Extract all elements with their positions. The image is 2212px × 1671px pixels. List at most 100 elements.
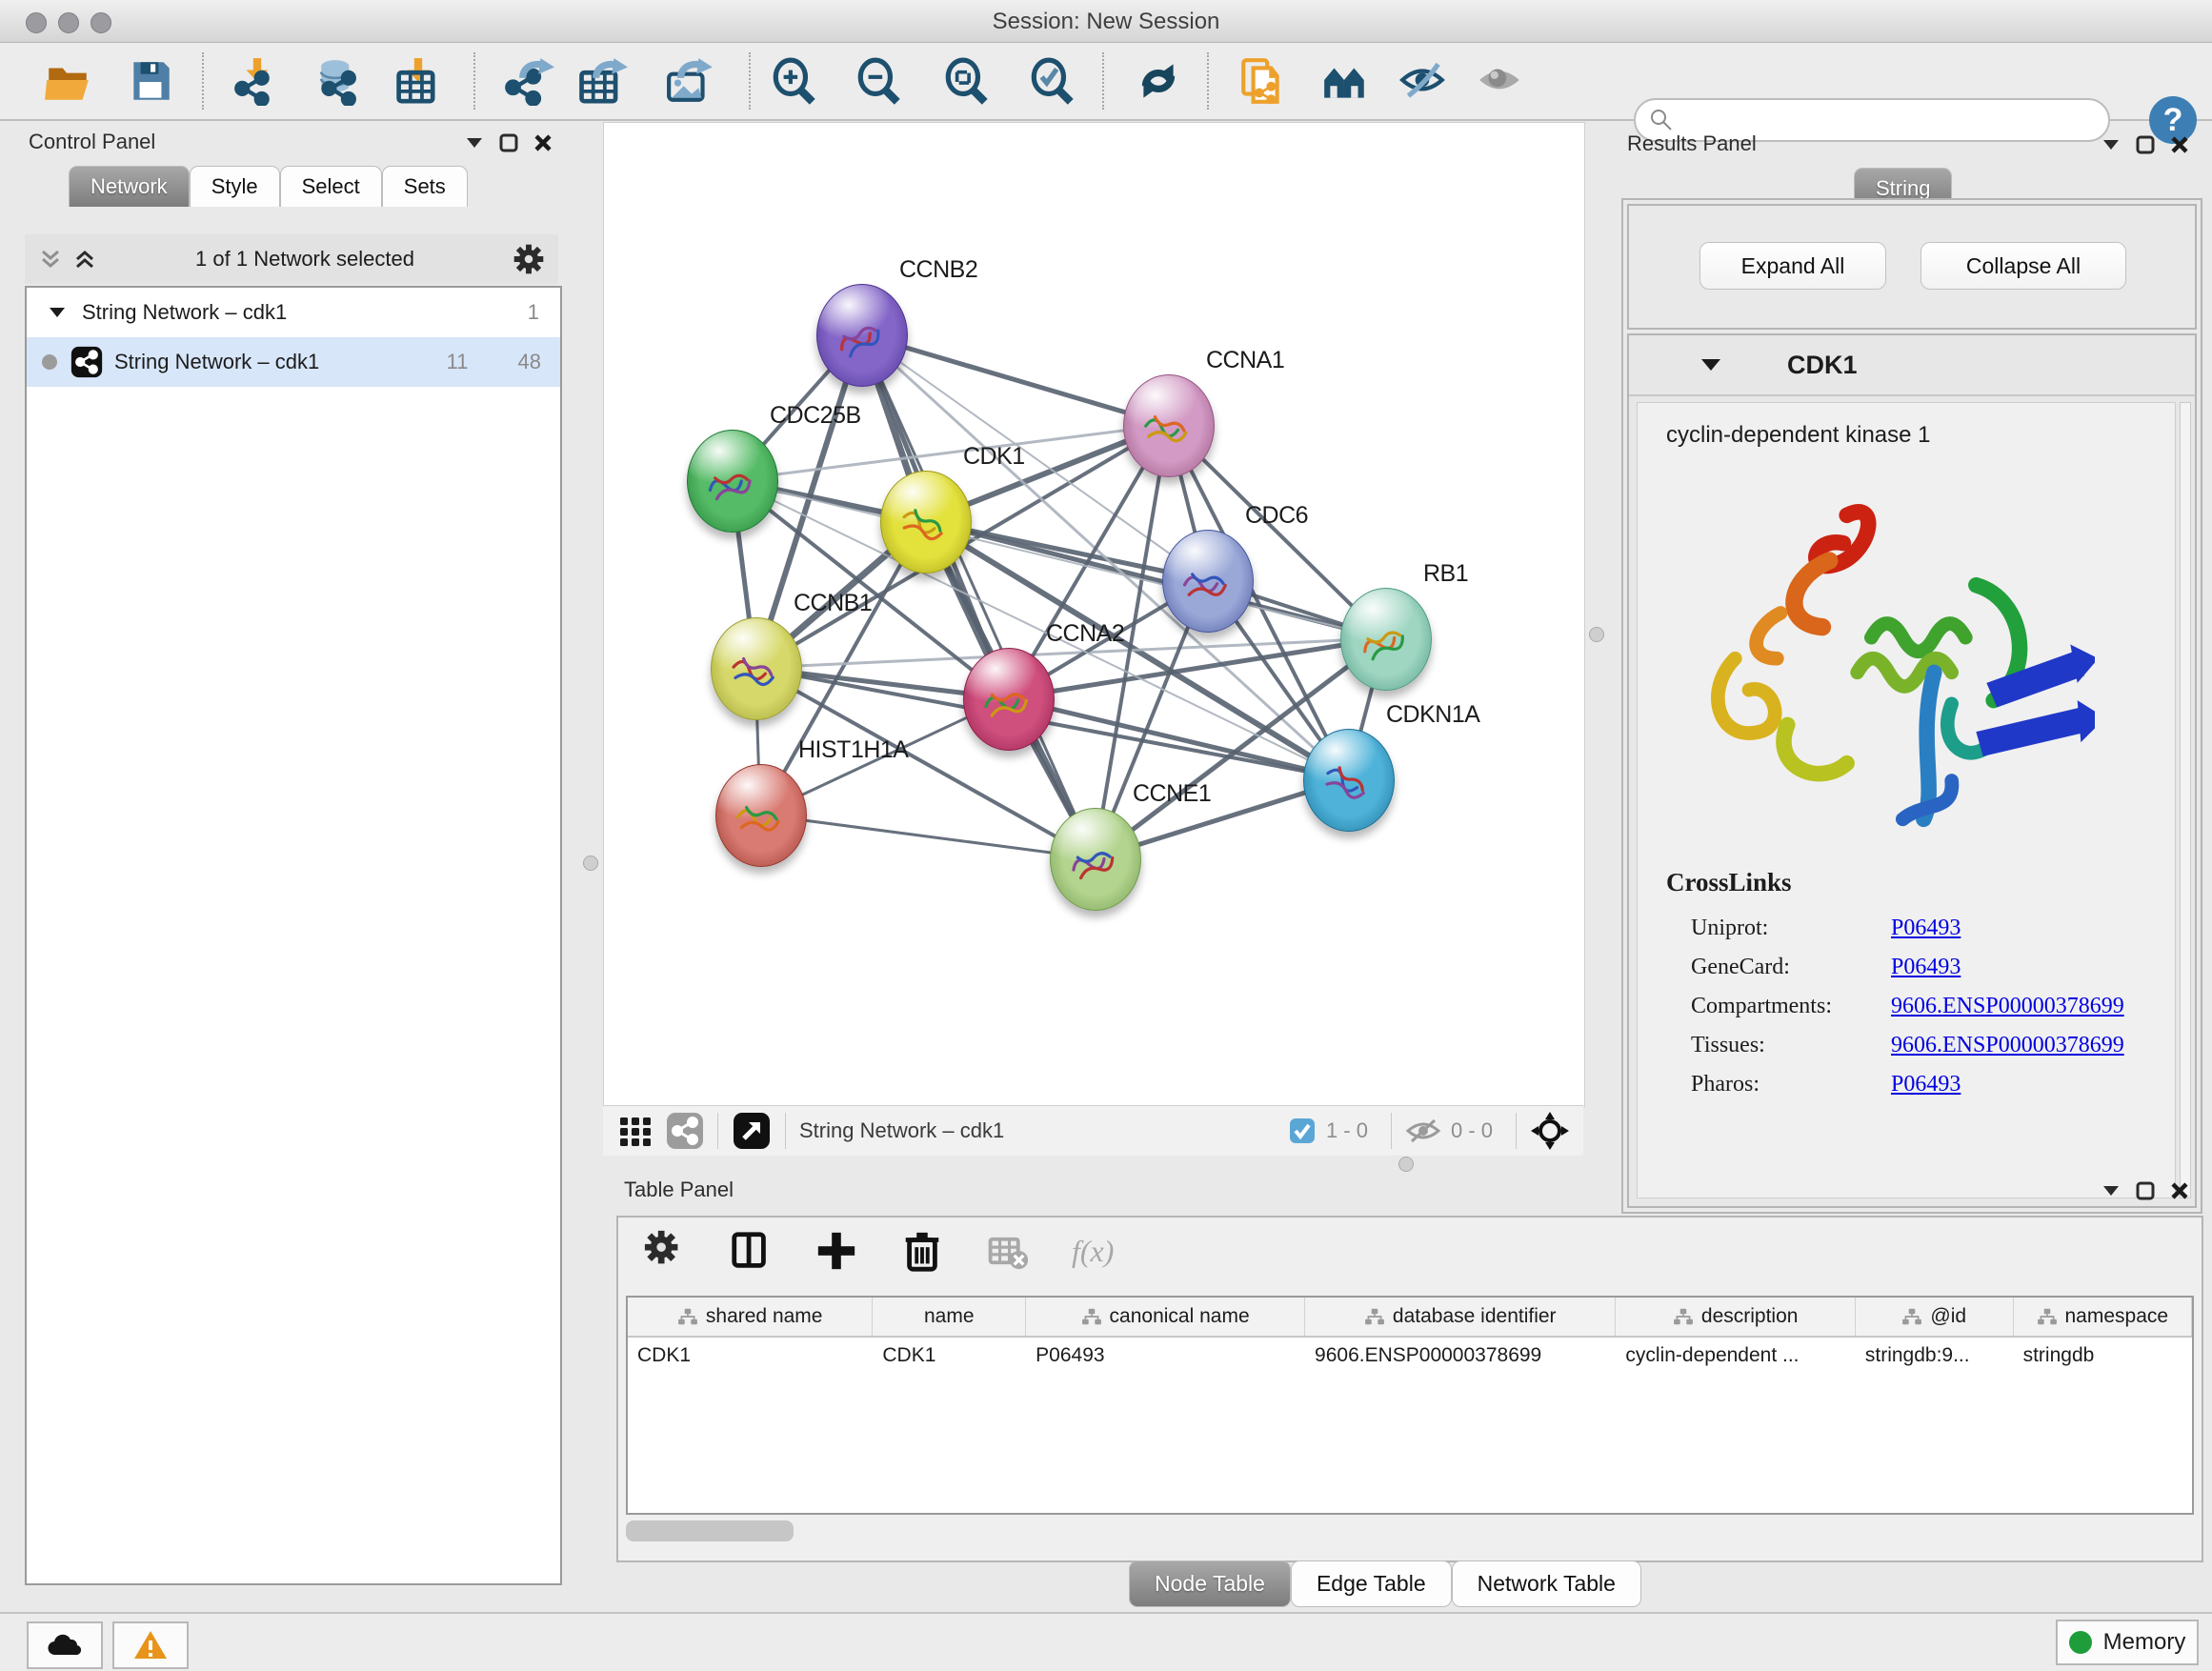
open-in-window-icon[interactable] xyxy=(732,1111,772,1151)
table-plus-icon[interactable] xyxy=(814,1229,858,1273)
first-neighbors-icon[interactable] xyxy=(1320,56,1370,106)
panel-menu-icon[interactable] xyxy=(2101,138,2121,151)
birdseye-view-icon[interactable] xyxy=(1530,1111,1570,1151)
export-image-icon[interactable] xyxy=(665,56,714,106)
column-header-name[interactable]: name xyxy=(873,1298,1026,1336)
warning-status-button[interactable] xyxy=(112,1621,189,1669)
network-canvas[interactable]: CCNB2 CCNA1 CDC25B CDK1 CDC6 RB1 xyxy=(603,122,1585,1107)
network-node-hist1h1a[interactable] xyxy=(715,764,807,867)
zoom-fit-icon[interactable] xyxy=(941,56,991,106)
column-header-description[interactable]: description xyxy=(1616,1298,1855,1336)
table-hscrollbar-thumb[interactable] xyxy=(626,1520,794,1541)
title-bar: Session: New Session xyxy=(0,0,2212,43)
node-label-cdkn1a: CDKN1A xyxy=(1386,701,1479,729)
edge-count: 48 xyxy=(518,350,541,374)
crosslink-row: GeneCard: P06493 xyxy=(1691,955,2158,980)
results-panel-title: Results Panel xyxy=(1627,131,1757,156)
tab-network-table[interactable]: Network Table xyxy=(1452,1560,1641,1607)
network-node-cdc25b[interactable] xyxy=(687,430,778,533)
expand-all-icon[interactable] xyxy=(72,247,97,272)
tab-style[interactable]: Style xyxy=(190,166,280,207)
network-node-ccna2[interactable] xyxy=(963,648,1055,751)
crosslink-link[interactable]: P06493 xyxy=(1891,955,1961,980)
column-header-namespace[interactable]: namespace xyxy=(2014,1298,2192,1336)
float-panel-icon[interactable] xyxy=(2136,135,2155,154)
node-label-cdc6: CDC6 xyxy=(1245,502,1308,530)
open-session-icon[interactable] xyxy=(43,56,92,106)
export-network-icon[interactable] xyxy=(505,56,554,106)
right-divider-handle[interactable] xyxy=(1589,627,1604,642)
collection-name: String Network – cdk1 xyxy=(82,300,287,325)
zoom-out-icon[interactable] xyxy=(854,56,903,106)
network-node-ccna1[interactable] xyxy=(1123,374,1215,477)
collapse-all-button[interactable]: Collapse All xyxy=(1920,242,2126,290)
network-node-ccnb2[interactable] xyxy=(816,284,908,387)
expand-all-button[interactable]: Expand All xyxy=(1699,242,1886,290)
collection-expand-icon[interactable] xyxy=(48,306,67,319)
table-cell: stringdb:9... xyxy=(1856,1344,2014,1367)
table-row[interactable]: CDK1CDK1P064939606.ENSP00000378699cyclin… xyxy=(628,1338,2192,1374)
network-selection-status: 1 of 1 Network selected xyxy=(97,247,513,272)
string-network-badge-icon[interactable] xyxy=(666,1112,704,1150)
network-node-cdkn1a[interactable] xyxy=(1303,729,1395,832)
crosslink-link[interactable]: P06493 xyxy=(1891,916,1961,941)
network-node-ccne1[interactable] xyxy=(1050,808,1141,911)
selected-checkbox-icon[interactable] xyxy=(1288,1117,1317,1145)
import-network-icon[interactable] xyxy=(232,56,282,106)
section-header-cdk1[interactable]: CDK1 xyxy=(1629,335,2195,396)
network-node-cdc6[interactable] xyxy=(1162,530,1254,633)
network-node-cdk1[interactable] xyxy=(880,471,972,574)
panel-menu-icon[interactable] xyxy=(2101,1184,2121,1198)
node-label-ccne1: CCNE1 xyxy=(1133,780,1211,808)
grid-view-icon[interactable] xyxy=(618,1114,653,1148)
network-row[interactable]: String Network – cdk1 11 48 xyxy=(27,337,560,387)
tab-network[interactable]: Network xyxy=(69,166,190,207)
left-divider-handle[interactable] xyxy=(583,856,598,871)
memory-button[interactable]: Memory xyxy=(2056,1620,2199,1665)
float-panel-icon[interactable] xyxy=(2136,1181,2155,1200)
import-network-database-icon[interactable] xyxy=(315,56,365,106)
column-header--id[interactable]: @id xyxy=(1856,1298,2014,1336)
protein-thumbnail xyxy=(1317,755,1378,812)
collapse-all-icon[interactable] xyxy=(38,247,63,272)
close-panel-icon[interactable] xyxy=(2170,135,2189,154)
save-session-icon[interactable] xyxy=(126,56,175,106)
results-scrollbar[interactable] xyxy=(2180,402,2191,1198)
bottom-divider-handle[interactable] xyxy=(1398,1157,1414,1172)
panel-menu-icon[interactable] xyxy=(465,136,484,150)
node-label-ccna1: CCNA1 xyxy=(1206,347,1284,374)
window-title: Session: New Session xyxy=(0,9,2212,35)
export-table-icon[interactable] xyxy=(578,56,628,106)
close-panel-icon[interactable] xyxy=(2170,1181,2189,1200)
current-network-name: String Network – cdk1 xyxy=(799,1118,1004,1143)
tab-select[interactable]: Select xyxy=(280,166,382,207)
zoom-in-icon[interactable] xyxy=(769,56,818,106)
section-collapse-icon[interactable] xyxy=(1699,357,1722,372)
cloud-status-button[interactable] xyxy=(27,1621,103,1669)
network-collection-row[interactable]: String Network – cdk1 1 xyxy=(27,288,560,337)
crosslink-link[interactable]: 9606.ENSP00000378699 xyxy=(1891,1033,2124,1058)
new-network-from-selection-icon[interactable] xyxy=(1237,56,1287,106)
tab-edge-table[interactable]: Edge Table xyxy=(1291,1560,1452,1607)
table-trash-icon[interactable] xyxy=(900,1229,944,1273)
network-node-rb1[interactable] xyxy=(1340,588,1432,691)
zoom-selected-icon[interactable] xyxy=(1027,56,1076,106)
import-table-icon[interactable] xyxy=(393,56,443,106)
refresh-icon[interactable] xyxy=(1134,56,1183,106)
table-gear-icon[interactable] xyxy=(643,1229,687,1273)
float-panel-icon[interactable] xyxy=(499,133,518,152)
gear-icon[interactable] xyxy=(513,243,545,275)
column-header-canonical-name[interactable]: canonical name xyxy=(1026,1298,1305,1336)
column-header-shared-name[interactable]: shared name xyxy=(628,1298,873,1336)
table-cell: 9606.ENSP00000378699 xyxy=(1305,1344,1616,1367)
close-panel-icon[interactable] xyxy=(533,133,553,152)
column-header-database-identifier[interactable]: database identifier xyxy=(1305,1298,1616,1336)
crosslink-link[interactable]: 9606.ENSP00000378699 xyxy=(1891,994,2124,1019)
tab-node-table[interactable]: Node Table xyxy=(1129,1560,1291,1607)
hide-selected-icon[interactable] xyxy=(1398,56,1448,106)
tab-sets[interactable]: Sets xyxy=(382,166,468,207)
network-node-ccnb1[interactable] xyxy=(711,617,802,720)
table-columns-icon[interactable] xyxy=(729,1229,773,1273)
table-hscrollbar[interactable] xyxy=(626,1519,2190,1545)
crosslink-link[interactable]: P06493 xyxy=(1891,1072,1961,1097)
